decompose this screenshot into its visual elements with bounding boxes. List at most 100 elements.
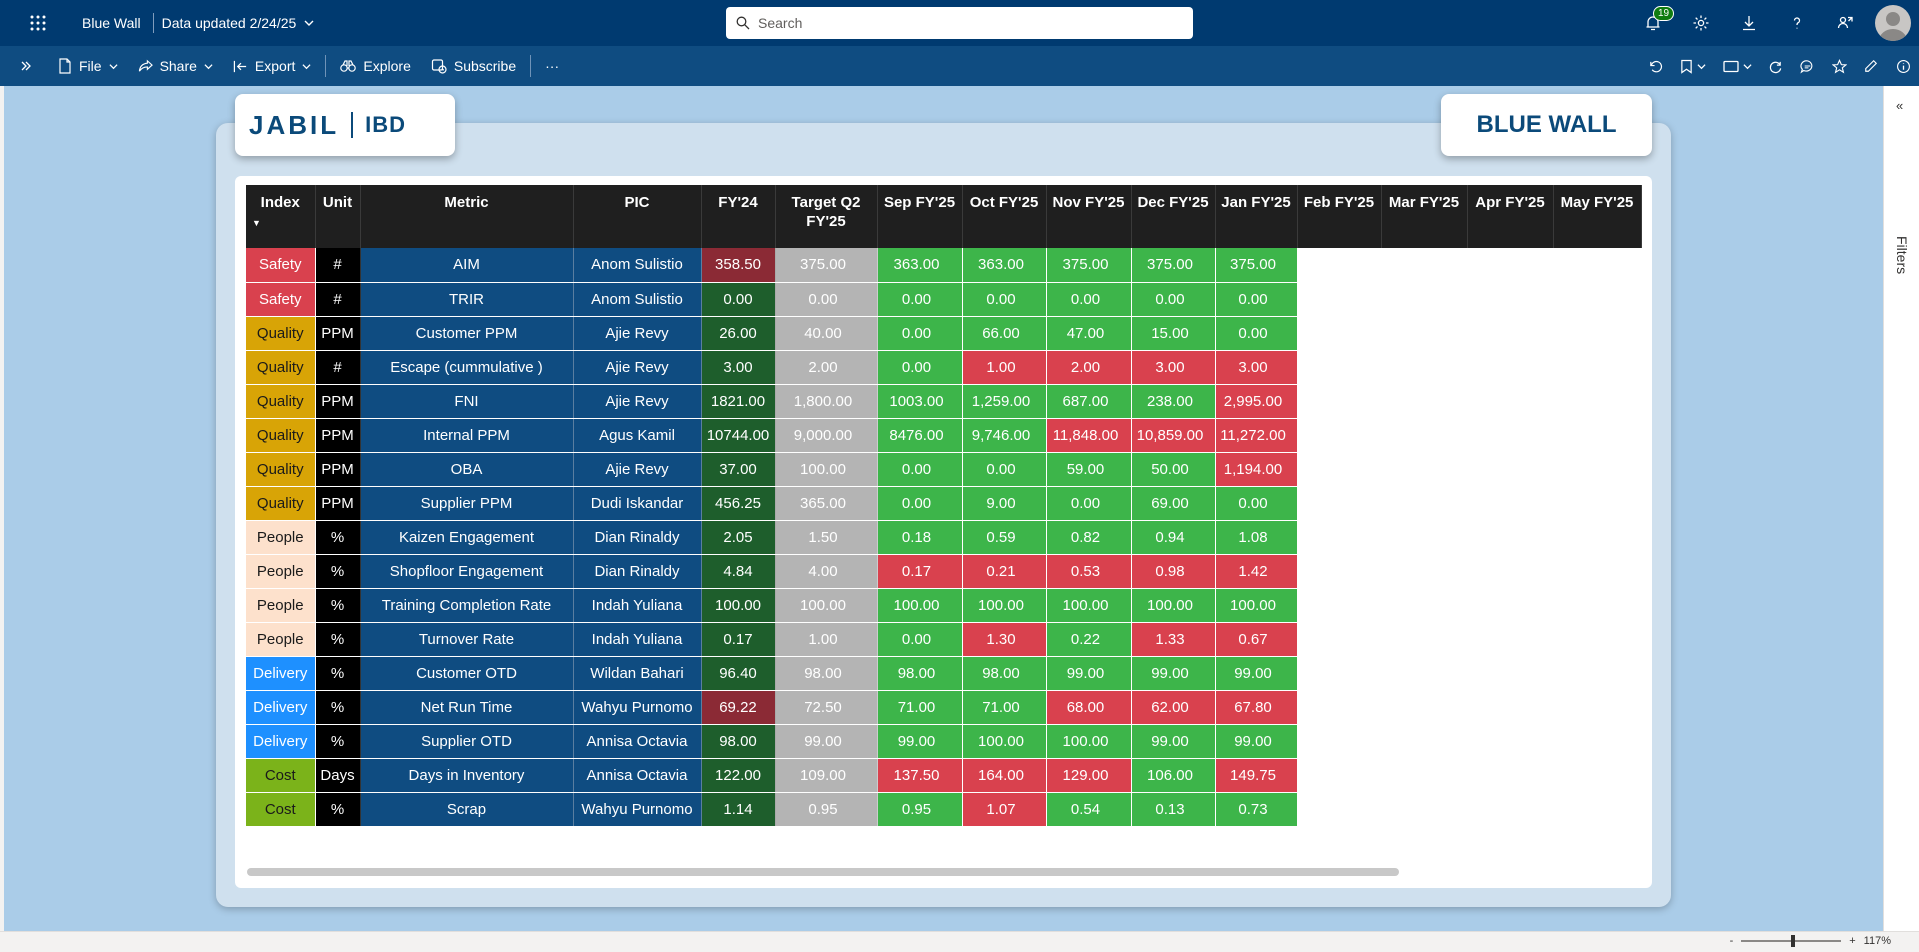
settings-button[interactable] xyxy=(1677,0,1725,46)
month-value-cell: 0.13 xyxy=(1131,792,1216,827)
zoom-slider-thumb[interactable] xyxy=(1791,935,1796,947)
export-menu-button[interactable]: Export xyxy=(223,46,321,86)
table-row[interactable]: Quality PPM FNI Ajie Revy 1821.00 1,800.00 100… xyxy=(246,384,1641,419)
table-row[interactable]: Quality PPM Supplier PPM Dudi Iskandar 456.2… xyxy=(246,486,1641,521)
table-row[interactable]: Safety # TRIR Anom Sulistio 0.00 0.00 0.00 0.00… xyxy=(246,282,1641,317)
zoom-control[interactable]: - + 117% xyxy=(1730,935,1891,947)
app-launcher-button[interactable] xyxy=(0,0,76,46)
column-header[interactable]: Sep FY'25 xyxy=(877,185,963,248)
share-people-button[interactable] xyxy=(1821,0,1869,46)
index-cell: Safety xyxy=(246,248,316,283)
search-input[interactable]: Search xyxy=(726,7,1193,39)
unit-cell: # xyxy=(315,282,361,317)
month-value-cell: 2.00 xyxy=(1046,350,1132,385)
column-header[interactable]: PIC xyxy=(573,185,702,248)
table-row[interactable]: Quality PPM OBA Ajie Revy 37.00 100.00 0.00 0.0… xyxy=(246,452,1641,487)
edit-button[interactable] xyxy=(1855,46,1887,86)
month-value-cell: 1003.00 xyxy=(877,384,963,419)
column-header[interactable]: Target Q2 FY'25 xyxy=(775,185,878,248)
sort-descending-icon[interactable]: ▼ xyxy=(246,214,315,233)
table-row[interactable]: Delivery% Net Run Time Wahyu Purnomo 69.22 7… xyxy=(246,690,1641,725)
month-value-cell: 0.95 xyxy=(877,792,963,827)
column-header-label: May FY'25 xyxy=(1560,194,1634,211)
table-row[interactable]: Cost% Scrap Wahyu Purnomo 1.14 0.95 0.95 1.07 0… xyxy=(246,792,1641,827)
empty-month-cell xyxy=(1381,690,1467,725)
empty-month-cell xyxy=(1297,792,1381,827)
zoom-in-button[interactable]: + xyxy=(1849,935,1855,947)
share-menu-button[interactable]: Share xyxy=(128,46,223,86)
refresh-button[interactable] xyxy=(1759,46,1791,86)
table-row[interactable]: Delivery% Customer OTD Wildan Bahari 96.40 9… xyxy=(246,656,1641,691)
month-value-cell: 100.00 xyxy=(1131,588,1216,623)
notifications-button[interactable]: 19 xyxy=(1629,0,1677,46)
table-row[interactable]: Delivery% Supplier OTD Annisa Octavia 98.00… xyxy=(246,724,1641,759)
column-header[interactable]: FY'24 xyxy=(701,185,776,248)
filters-pane[interactable]: « Filters xyxy=(1883,86,1919,931)
zoom-slider[interactable] xyxy=(1741,935,1842,947)
target-cell: 1.50 xyxy=(775,520,878,555)
column-header[interactable]: Index ▼ xyxy=(246,185,316,248)
reset-button[interactable] xyxy=(1639,46,1671,86)
metric-cell: Supplier OTD xyxy=(360,724,574,759)
table-row[interactable]: Quality PPM Internal PPM Agus Kamil 10744.00… xyxy=(246,418,1641,453)
info-button[interactable] xyxy=(1887,46,1919,86)
column-header[interactable]: Jan FY'25 xyxy=(1215,185,1298,248)
month-value-cell: 8476.00 xyxy=(877,418,963,453)
table-row[interactable]: Quality # Escape (cummulative ) Ajie Revy 3.… xyxy=(246,350,1641,385)
empty-month-cell xyxy=(1381,486,1467,521)
explore-button[interactable]: Explore xyxy=(330,46,420,86)
column-header[interactable]: Oct FY'25 xyxy=(962,185,1047,248)
month-value-cell: 3.00 xyxy=(1215,350,1298,385)
empty-month-cell xyxy=(1381,384,1467,419)
comments-button[interactable] xyxy=(1791,46,1823,86)
column-header[interactable]: May FY'25 xyxy=(1553,185,1642,248)
column-header[interactable]: Metric xyxy=(360,185,574,248)
table-row[interactable]: People% Shopfloor Engagement Dian Rinaldy 4… xyxy=(246,554,1641,589)
column-header[interactable]: Dec FY'25 xyxy=(1131,185,1216,248)
metrics-table-visual[interactable]: Index ▼ Unit Metric PIC FY'24 Target Q2 FY'25 S… xyxy=(235,176,1652,888)
view-menu-button[interactable] xyxy=(1715,46,1759,86)
index-cell: Cost xyxy=(246,792,316,827)
horizontal-scrollbar[interactable] xyxy=(247,868,1399,876)
column-header[interactable]: Apr FY'25 xyxy=(1467,185,1554,248)
zoom-out-button[interactable]: - xyxy=(1730,935,1734,947)
report-title[interactable]: Blue Wall xyxy=(76,15,147,31)
pic-cell: Wildan Bahari xyxy=(573,656,702,691)
company-logo: JABIL IBD xyxy=(235,94,455,156)
table-row[interactable]: People% Kaizen Engagement Dian Rinaldy 2.05… xyxy=(246,520,1641,555)
file-menu-button[interactable]: File xyxy=(48,46,128,86)
table-row[interactable]: Safety # AIM Anom Sulistio 358.50 375.00 363.0… xyxy=(246,248,1641,283)
column-header-label: Target Q2 FY'25 xyxy=(791,194,861,230)
empty-month-cell xyxy=(1381,520,1467,555)
avatar[interactable] xyxy=(1875,5,1911,41)
user-avatar-icon xyxy=(1879,12,1907,41)
title-divider xyxy=(152,13,154,33)
metric-cell: AIM xyxy=(360,248,574,283)
column-header[interactable]: Feb FY'25 xyxy=(1297,185,1382,248)
month-value-cell: 98.00 xyxy=(877,656,963,691)
table-row[interactable]: Cost Days Days in Inventory Annisa Octavia 1… xyxy=(246,758,1641,793)
expand-pane-button[interactable] xyxy=(0,46,48,86)
collapse-filters-icon[interactable]: « xyxy=(1896,98,1903,113)
empty-month-cell xyxy=(1467,248,1553,283)
unit-cell: % xyxy=(315,690,361,725)
more-options-button[interactable]: ··· xyxy=(535,46,569,86)
fy24-cell: 4.84 xyxy=(701,554,776,589)
column-header[interactable]: Nov FY'25 xyxy=(1046,185,1132,248)
view-icon xyxy=(1722,60,1739,72)
target-cell: 365.00 xyxy=(775,486,878,521)
month-value-cell: 1,259.00 xyxy=(962,384,1047,419)
help-button[interactable] xyxy=(1773,0,1821,46)
table-row[interactable]: People% Training Completion Rate Indah Yul… xyxy=(246,588,1641,623)
column-header[interactable]: Unit xyxy=(315,185,361,248)
empty-month-cell xyxy=(1553,588,1641,623)
table-row[interactable]: People% Turnover Rate Indah Yuliana 0.17 1.0… xyxy=(246,622,1641,657)
favorite-button[interactable] xyxy=(1823,46,1855,86)
download-button[interactable] xyxy=(1725,0,1773,46)
column-header[interactable]: Mar FY'25 xyxy=(1381,185,1468,248)
data-updated-dropdown[interactable]: Data updated 2/24/25 xyxy=(162,15,315,31)
search-icon xyxy=(736,16,750,30)
subscribe-button[interactable]: Subscribe xyxy=(421,46,526,86)
table-row[interactable]: Quality PPM Customer PPM Ajie Revy 26.00 40.0… xyxy=(246,316,1641,351)
bookmark-menu-button[interactable] xyxy=(1671,46,1715,86)
